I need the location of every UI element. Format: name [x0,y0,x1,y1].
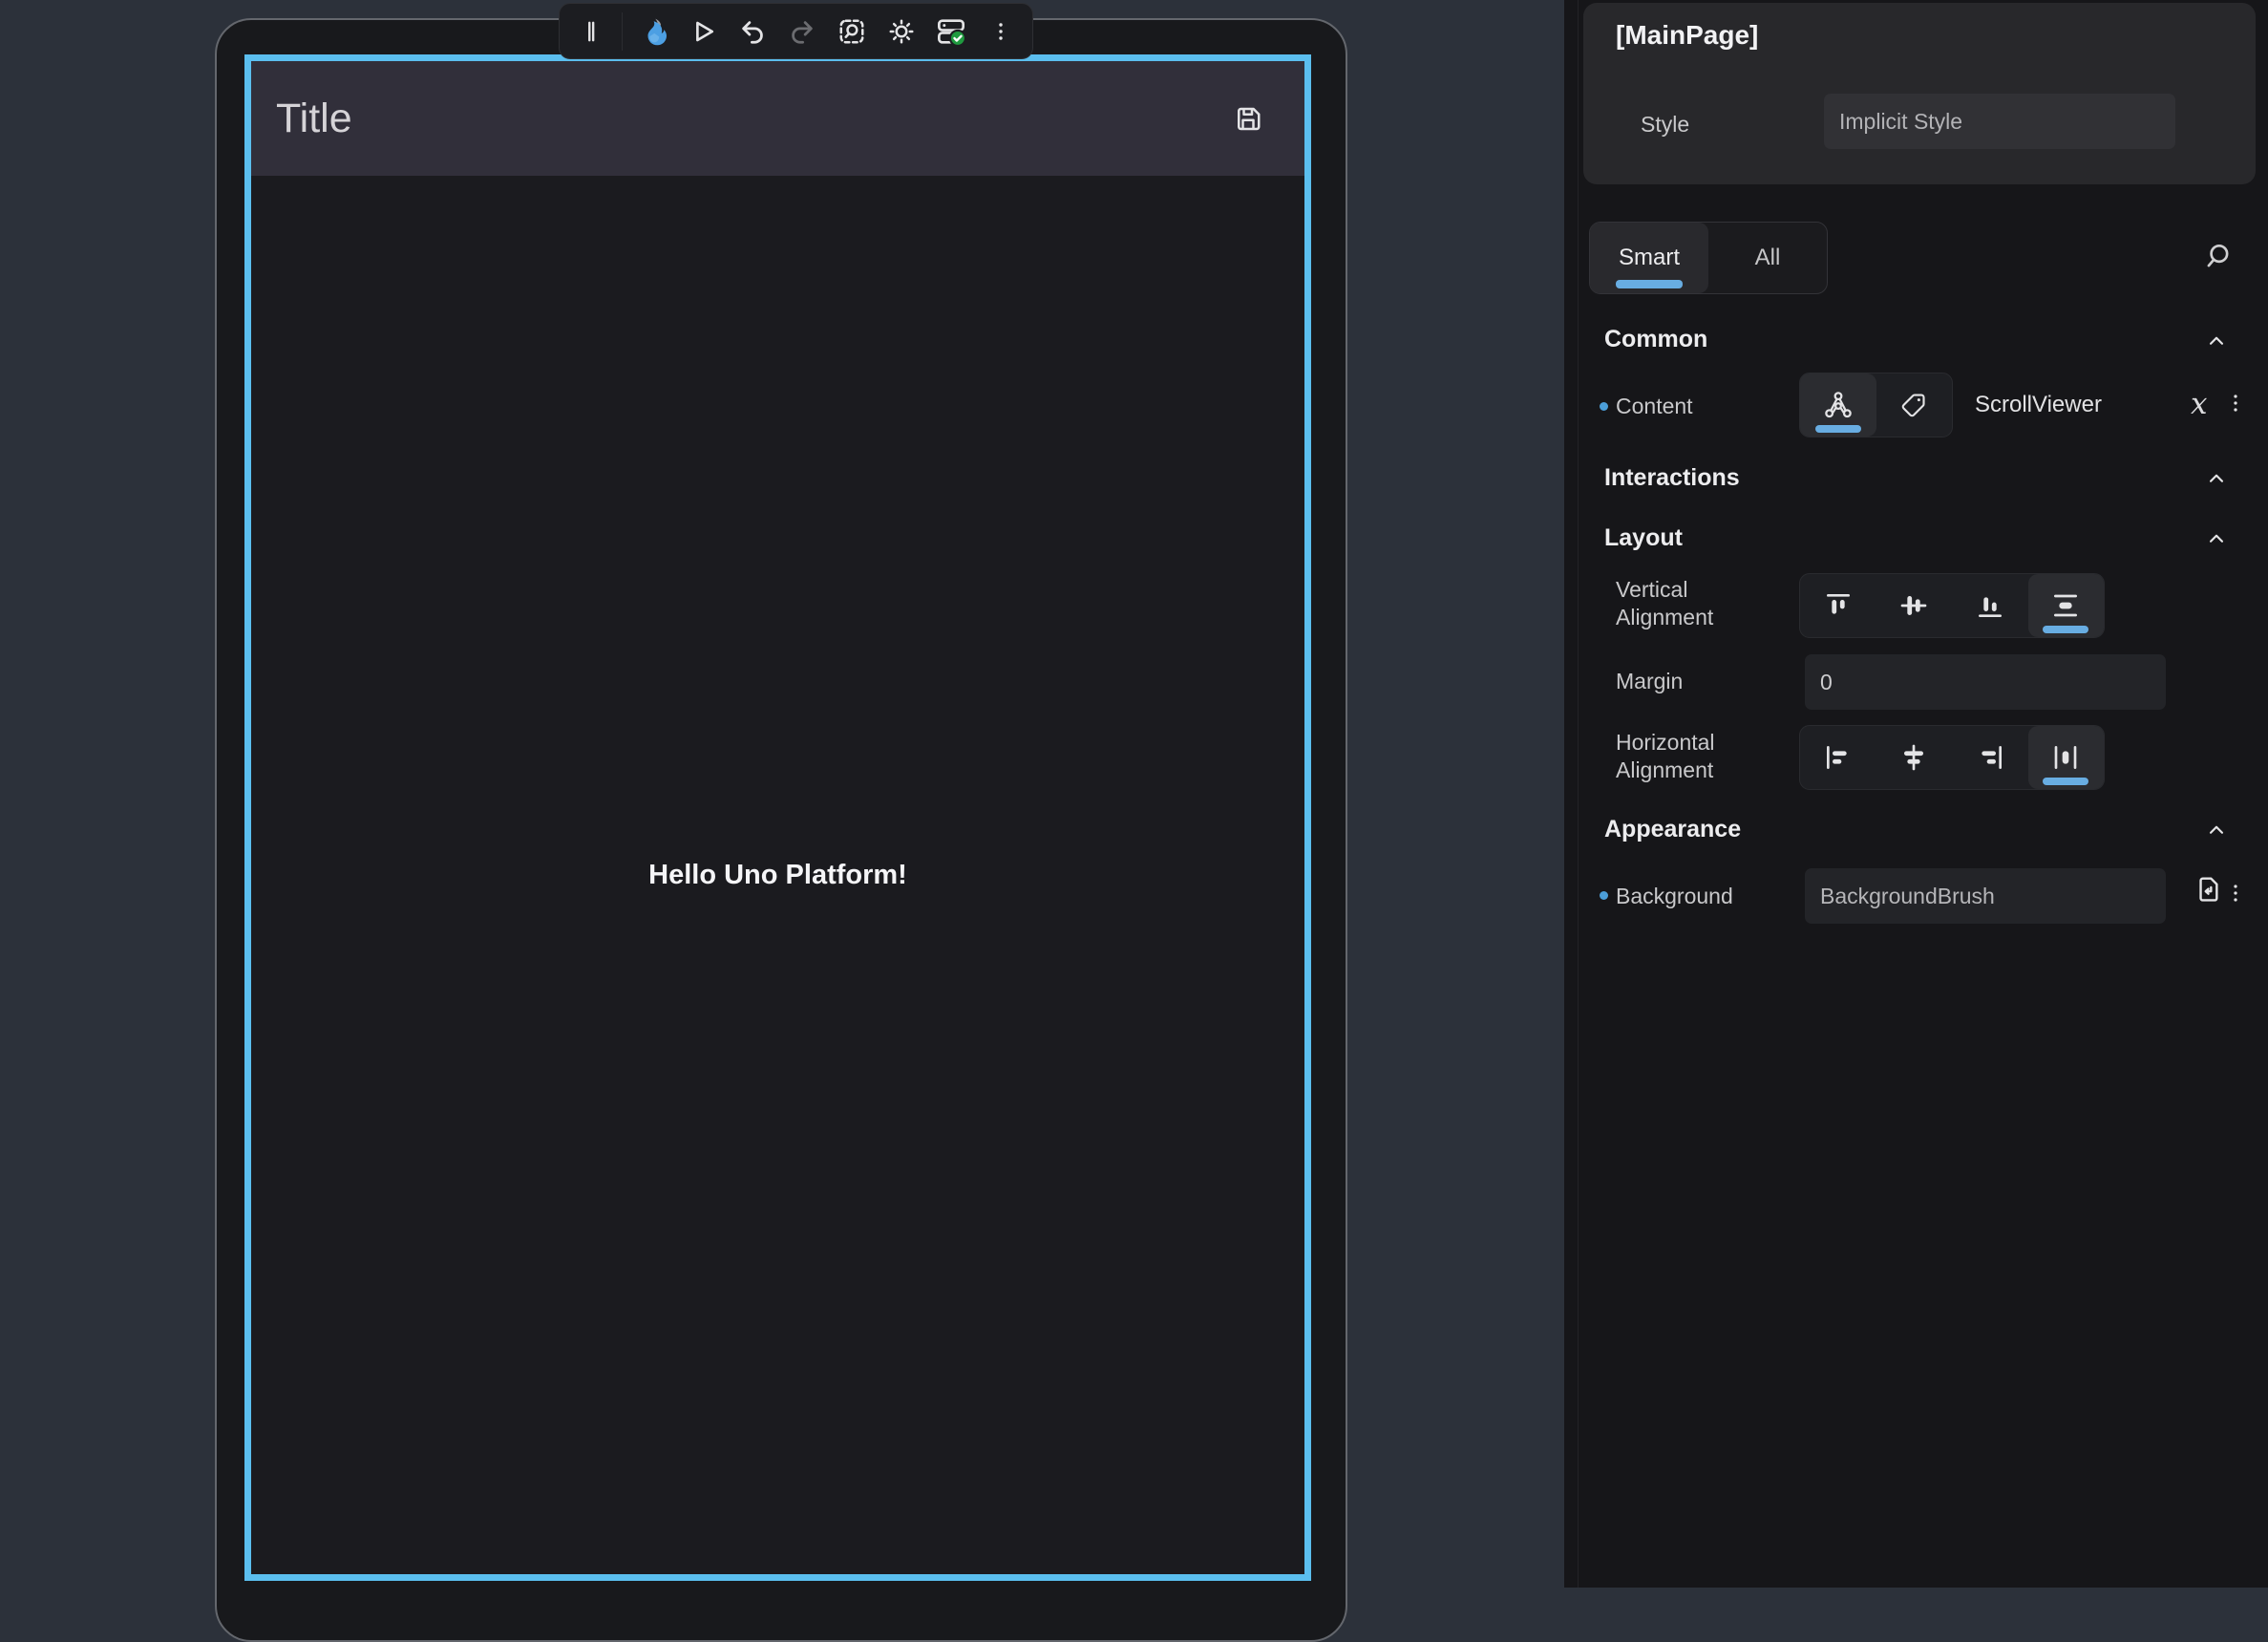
save-icon[interactable] [1234,104,1262,133]
selected-element-card: [MainPage] Style Implicit Style [1583,3,2256,184]
stretch-horizontal-icon [2050,742,2081,773]
theme-toggle-sun-icon[interactable] [882,12,921,51]
vertical-alignment-label: Vertical Alignment [1616,576,1759,631]
redo-icon[interactable] [783,12,821,51]
halign-center-button[interactable] [1876,726,1953,789]
app-titlebar: Title [251,61,1304,176]
tab-all[interactable]: All [1708,223,1827,293]
content-label: Content [1616,393,1693,420]
style-input[interactable]: Implicit Style [1824,94,2175,149]
search-icon[interactable] [2202,241,2233,271]
align-top-icon [1823,590,1854,621]
margin-label: Margin [1616,668,1683,695]
undo-icon[interactable] [733,12,772,51]
halign-right-button[interactable] [1952,726,2028,789]
device-frame: Title Hello Uno Platform! [215,18,1347,1642]
halign-stretch-button[interactable] [2028,726,2105,789]
valign-center-button[interactable] [1876,574,1953,637]
section-interactions: Interactions [1604,464,1740,492]
properties-panel: [MainPage] Style Implicit Style Smart Al… [1564,0,2268,1588]
valign-top-button[interactable] [1800,574,1876,637]
style-label: Style [1641,111,1689,139]
halign-left-button[interactable] [1800,726,1876,789]
drag-handle-icon[interactable] [572,12,610,51]
background-more-options-icon[interactable] [2223,881,2248,906]
resource-document-icon[interactable] [2193,874,2223,905]
runtime-status-ok-icon[interactable] [932,12,970,51]
tag-icon [1899,391,1928,419]
vertical-alignment-toggle [1799,573,2105,638]
design-canvas[interactable]: Title Hello Uno Platform! [0,0,1564,1588]
background-modified-dot [1600,891,1608,900]
horizontal-alignment-label: Horizontal Alignment [1616,729,1759,784]
app-title: Title [276,96,352,142]
margin-input[interactable]: 0 [1805,654,2166,710]
align-bottom-icon [1975,590,2005,621]
align-vertical-center-icon [1898,590,1929,621]
align-left-icon [1823,742,1854,773]
collapse-common-chevron-up-icon[interactable] [2204,329,2229,353]
toolbar-divider [622,12,623,51]
background-input[interactable]: BackgroundBrush [1805,868,2166,924]
active-halign-underline [2043,778,2088,785]
section-appearance: Appearance [1604,816,1741,843]
property-tabs: Smart All [1589,222,1828,294]
collapse-interactions-chevron-up-icon[interactable] [2204,466,2229,491]
content-mode-value-button[interactable] [1876,373,1953,437]
selected-element-title: [MainPage] [1616,20,1758,51]
collapse-layout-chevron-up-icon[interactable] [2204,526,2229,551]
tab-smart[interactable]: Smart [1590,223,1708,293]
align-right-icon [1975,742,2005,773]
section-layout: Layout [1604,524,1683,552]
align-horizontal-center-icon [1898,742,1929,773]
hot-design-toolbar [559,3,1033,59]
section-common: Common [1604,326,1707,353]
panel-seam [1578,0,1579,1588]
content-value[interactable]: ScrollViewer [1975,392,2102,418]
content-mode-toggle [1799,373,1953,437]
play-icon[interactable] [684,12,722,51]
content-mode-element-button[interactable] [1800,373,1876,437]
stretch-vertical-icon [2050,590,2081,621]
horizontal-alignment-toggle [1799,725,2105,790]
selected-page-surface[interactable]: Title Hello Uno Platform! [244,54,1311,1581]
background-label: Background [1616,883,1733,910]
hot-design-flame-icon[interactable] [634,12,672,51]
more-options-icon[interactable] [982,12,1020,51]
content-modified-dot [1600,402,1608,411]
active-tab-underline [1616,280,1683,288]
content-more-options-icon[interactable] [2223,391,2248,416]
collapse-appearance-chevron-up-icon[interactable] [2204,818,2229,842]
xaml-expression-icon[interactable]: x [2191,390,2207,419]
valign-stretch-button[interactable] [2028,574,2105,637]
active-valign-underline [2043,626,2088,633]
element-tree-icon [1823,390,1854,420]
page-text: Hello Uno Platform! [648,860,907,891]
active-toggle-underline [1815,425,1861,433]
valign-bottom-button[interactable] [1952,574,2028,637]
page-content: Hello Uno Platform! [251,176,1304,1574]
inspect-element-icon[interactable] [833,12,871,51]
